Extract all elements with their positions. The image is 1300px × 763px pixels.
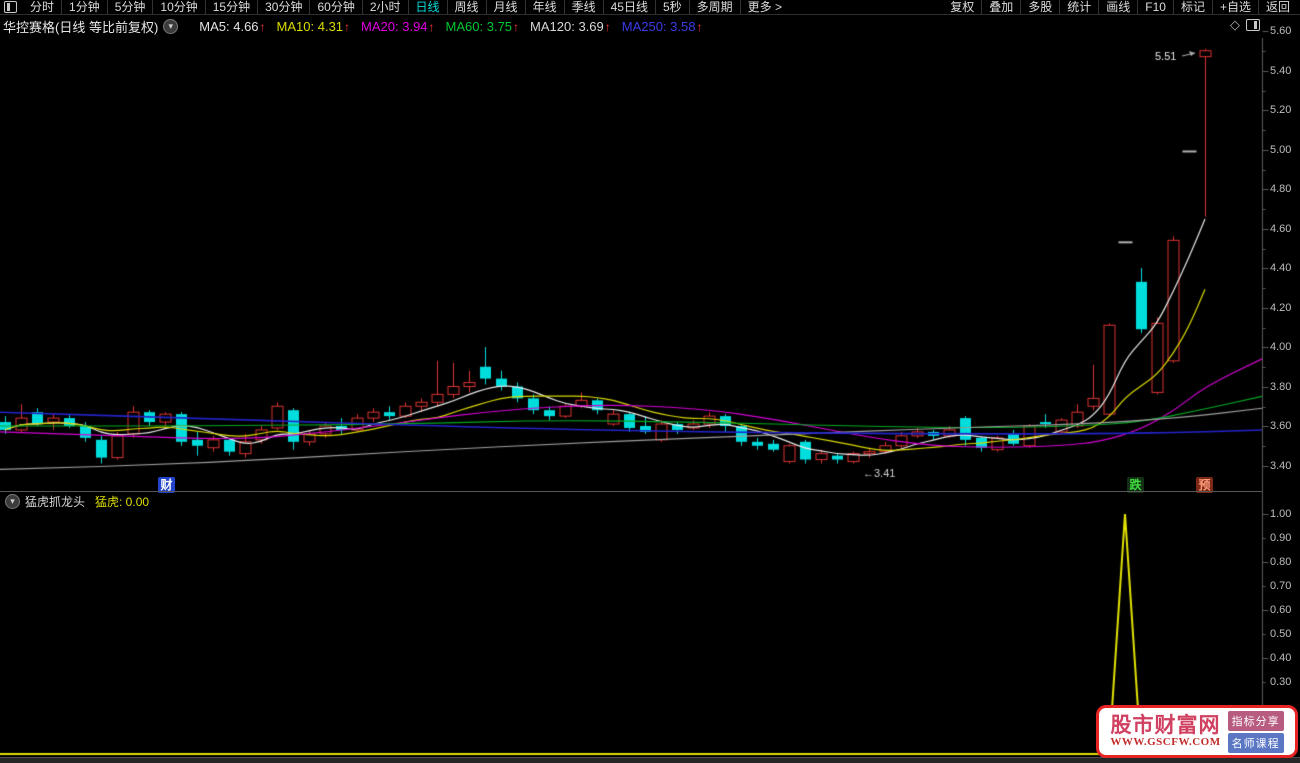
watermark-site-name: 股市财富网 [1110,713,1221,738]
indicator-axis-label: 0.60 [1270,604,1292,616]
up-arrow-icon: ↑ [696,19,703,34]
title-bar: 华控赛格(日线 等比前复权) ▾ MA5: 4.66↑ MA10: 4.31↑ MA… [0,14,1300,38]
panel-divider [0,491,1262,492]
menu-item-F10[interactable]: F10 [1137,0,1173,14]
menu-item-15分钟[interactable]: 15分钟 [204,0,257,14]
menu-item-复权[interactable]: 复权 [943,0,981,14]
up-arrow-icon: ↑ [604,19,611,34]
watermark-badge: 名师课程 [1227,732,1284,753]
price-axis-label: 3.60 [1270,420,1292,432]
menu-item-年线[interactable]: 年线 [524,0,564,14]
price-axis-label: 4.60 [1270,222,1292,235]
ma-legend-undefined: MA250: 3.58↑ [621,18,703,34]
price-axis-label: 4.20 [1270,301,1292,314]
up-arrow-icon: ↑ [428,19,435,34]
indicator-axis-label: 1.00 [1270,508,1292,520]
menu-item-30分钟[interactable]: 30分钟 [257,0,309,14]
menu-item-周线[interactable]: 周线 [446,0,486,14]
period-menu: 分时 1分钟 5分钟 10分钟 15分钟 30分钟 60分钟 2小时 日线 周线 月线 年线 季线 45日… [23,0,789,14]
menu-item-日线[interactable]: 日线 [407,0,447,14]
ma-legend-undefined: MA10: 4.31↑ [276,18,351,34]
indicator-axis-label: 0.30 [1270,676,1292,688]
price-axis-label: 3.80 [1270,380,1292,393]
menu-item-分时[interactable]: 分时 [23,0,61,14]
watermark-site-url: WWW.GSCFW.COM [1110,735,1221,748]
diamond-icon[interactable]: ◇ [1230,17,1240,33]
toolbar: 分时 1分钟 5分钟 10分钟 15分钟 30分钟 60分钟 2小时 日线 周线 月线 年线 季线 45日… [0,0,1300,15]
menu-item-叠加[interactable]: 叠加 [981,0,1020,14]
menu-item-10分钟[interactable]: 10分钟 [152,0,204,14]
price-axis-label: 5.60 [1270,25,1292,37]
indicator-axis-label: 0.70 [1270,580,1292,592]
up-arrow-icon: ↑ [513,19,520,34]
ma-legend-undefined: MA120: 3.69↑ [530,18,611,34]
ma-legend-undefined: MA20: 3.94↑ [361,18,435,34]
menu-item-月线[interactable]: 月线 [485,0,525,14]
indicator-axis-label: 0.90 [1270,532,1292,544]
menu-item-45日线[interactable]: 45日线 [602,0,655,14]
ma-legend-undefined: MA60: 3.75↑ [445,18,520,34]
up-arrow-icon: ↑ [259,19,266,34]
sub-indicator-header: ▾ 猛虎抓龙头 猛虎: 0.00 [0,493,149,509]
menu-item-5分钟[interactable]: 5分钟 [106,0,153,14]
symbol-title: 华控赛格(日线 等比前复权) [3,19,159,35]
price-axis-label: 4.40 [1270,262,1292,274]
watermark-badge: 指标分享 [1227,710,1284,731]
menu-item-季线[interactable]: 季线 [563,0,603,14]
indicator-axis-label: 0.50 [1270,628,1292,640]
chevron-down-icon[interactable]: ▾ [163,18,179,34]
menu-item-+自选[interactable]: +自选 [1211,0,1258,14]
menu-item-返回[interactable]: 返回 [1257,0,1297,14]
ma-legend-undefined: MA5: 4.66↑ [199,18,266,34]
menu-item-多股[interactable]: 多股 [1020,0,1059,14]
menu-item-2小时[interactable]: 2小时 [361,0,408,14]
price-axis-label: 5.20 [1270,104,1292,116]
indicator-axis-label: 0.80 [1270,556,1292,568]
price-chart-canvas[interactable] [0,0,1300,762]
menu-item-标记[interactable]: 标记 [1172,0,1212,14]
indicator-value: 猛虎: 0.00 [95,494,150,509]
layout-toggle-icon[interactable] [4,1,17,13]
price-axis-label: 4.00 [1270,341,1292,353]
menu-item-统计[interactable]: 统计 [1059,0,1098,14]
price-axis-label: 3.40 [1270,459,1292,472]
menu-item-5秒[interactable]: 5秒 [654,0,689,14]
menu-item-多周期[interactable]: 多周期 [688,0,740,14]
up-arrow-icon: ↑ [344,19,351,34]
ma-legend: MA5: 4.66↑ MA10: 4.31↑ MA20: 3.94↑ MA60: 3.… [188,19,702,34]
right-panel-icon[interactable] [1246,19,1260,31]
chevron-down-icon[interactable]: ▾ [5,493,20,509]
watermark: 股市财富网 WWW.GSCFW.COM 指标分享 名师课程 [1096,705,1298,758]
price-axis-label: 5.40 [1270,64,1292,77]
price-axis-label: 4.80 [1270,183,1292,195]
menu-item-60分钟[interactable]: 60分钟 [309,0,361,14]
price-axis-label: 5.00 [1270,143,1292,156]
menu-item-画线[interactable]: 画线 [1098,0,1137,14]
menu-item-1分钟[interactable]: 1分钟 [61,0,107,14]
indicator-name: 猛虎抓龙头 [25,494,86,509]
indicator-axis-label: 0.40 [1270,652,1292,664]
tools-menu: 复权 叠加 多股 统计 画线 F10 标记 +自选 返回 [943,0,1297,14]
menu-item-更多 >[interactable]: 更多 > [739,0,789,14]
